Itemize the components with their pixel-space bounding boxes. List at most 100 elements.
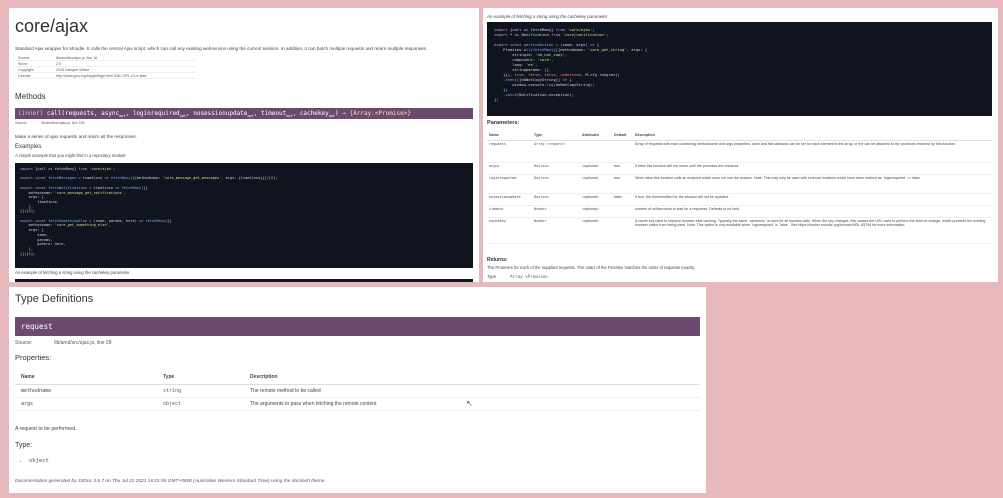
docs-panel-ajax: core/ajax Standard Ajax wrapper for Mood… bbox=[9, 8, 479, 282]
param-type: Boolean bbox=[532, 193, 580, 206]
properties-table: Name Type Description methodname string … bbox=[15, 371, 700, 411]
column-header: Type bbox=[532, 130, 580, 141]
type-heading: Type: bbox=[15, 442, 33, 449]
sig-args: , cachekey bbox=[292, 110, 329, 117]
returns-type-label: Type bbox=[487, 274, 497, 279]
param-type: Number bbox=[532, 205, 580, 218]
typedefs-heading: Type Definitions bbox=[15, 293, 94, 305]
column-header: Name bbox=[487, 130, 532, 141]
column-header: Description bbox=[633, 130, 992, 141]
prop-name: methodname bbox=[15, 384, 157, 398]
docs-panel-typedefs: Type Definitions request Source: lib/amd/… bbox=[9, 287, 706, 493]
table-row: async Boolean <optional> true If false t… bbox=[487, 162, 992, 175]
column-header: Type bbox=[157, 371, 244, 385]
parameters-table: Name Type Attributes Default Description… bbox=[487, 130, 992, 244]
prop-type: string bbox=[157, 384, 244, 398]
source-label: Source: bbox=[15, 121, 28, 125]
table-row: args object The arguments to pass when f… bbox=[15, 397, 700, 411]
param-name: nosessionupdate bbox=[487, 193, 532, 206]
docs-panel-parameters: An example of fetching a string using th… bbox=[483, 8, 998, 282]
param-name: requests bbox=[487, 140, 532, 163]
typedef-description: A request to be performed. bbox=[15, 426, 77, 432]
sig-name: call bbox=[46, 110, 62, 117]
methods-heading: Methods bbox=[15, 92, 46, 101]
column-header: Description bbox=[244, 371, 700, 385]
source-link[interactable]: lib/amd/src/ajax.js, line 28 bbox=[54, 340, 111, 346]
column-header: Name bbox=[15, 371, 157, 385]
sig-prefix: (inner) bbox=[18, 110, 47, 117]
table-row: loginrequired Boolean <optional> true Wh… bbox=[487, 174, 992, 194]
example-caption: An example of fetching a string using th… bbox=[15, 270, 130, 275]
meta-key: License: bbox=[15, 72, 53, 79]
parameters-heading: Parameters: bbox=[487, 120, 520, 126]
prop-name: args bbox=[15, 397, 157, 411]
sig-args: (requests, async bbox=[61, 110, 120, 117]
code-example-cachekey: import {call as fetchMany} from 'core/aj… bbox=[487, 22, 992, 116]
type-item: object bbox=[29, 458, 49, 464]
meta-row: License: http://www.gnu.org/copyleft/gpl.… bbox=[15, 72, 195, 79]
param-type: Boolean bbox=[532, 162, 580, 175]
param-description: Array of requests with each containing m… bbox=[633, 140, 992, 163]
returns-description: The Promises for each of the supplied re… bbox=[487, 265, 696, 270]
example-caption: A simple example that you might find in … bbox=[15, 153, 126, 158]
properties-heading: Properties: bbox=[15, 353, 52, 362]
code-example-cutoff bbox=[15, 279, 473, 282]
method-source: Source: lib/amd/src/ajax.js, line 226 bbox=[15, 121, 85, 125]
param-attributes: <optional> bbox=[580, 217, 612, 244]
method-signature-call: (inner) call(requests, asyncopt, loginre… bbox=[15, 108, 473, 119]
table-row: timeout Number <optional> number of mill… bbox=[487, 205, 992, 218]
sig-args: , timeout bbox=[253, 110, 287, 117]
table-row: methodname string The remote method to b… bbox=[15, 384, 700, 398]
param-attributes bbox=[580, 140, 612, 163]
param-description: If true, the timemodified for the sessio… bbox=[633, 193, 992, 206]
param-name: async bbox=[487, 162, 532, 175]
param-type-link[interactable]: Array.<request> bbox=[532, 140, 580, 163]
column-header: Default bbox=[612, 130, 633, 141]
param-description: number of milliseconds to wait for a res… bbox=[633, 205, 992, 218]
returns-type-value: Array.<Promise> bbox=[510, 274, 548, 279]
param-attributes: <optional> bbox=[580, 162, 612, 175]
source-label: Source: bbox=[15, 340, 33, 346]
module-description: Standard Ajax wrapper for Moodle. It cal… bbox=[15, 46, 428, 51]
param-name: loginrequired bbox=[487, 174, 532, 194]
example-caption: An example of fetching a string using th… bbox=[487, 14, 608, 19]
param-type: Number bbox=[532, 217, 580, 244]
sig-args: , loginrequired bbox=[125, 110, 180, 117]
code-example-repository: import {call as fetchMany} from 'core/aj… bbox=[15, 163, 473, 268]
prop-type: object bbox=[157, 397, 244, 411]
source-link[interactable]: lib/amd/src/ajax.js, line 226 bbox=[41, 121, 84, 125]
table-header-row: Name Type Description bbox=[15, 371, 700, 385]
param-default: false bbox=[612, 193, 633, 206]
returns-type: Type Array.<Promise> bbox=[487, 274, 548, 279]
param-type: Boolean bbox=[532, 174, 580, 194]
module-meta-table: Source: lib/amd/src/ajax.js, line 16 Sinc… bbox=[15, 55, 195, 79]
sig-return: → {Array.<Promise>} bbox=[338, 110, 411, 117]
type-list: object bbox=[23, 458, 49, 464]
column-header: Attributes bbox=[580, 130, 612, 141]
param-default: true bbox=[612, 162, 633, 175]
prop-description: The remote method to be called bbox=[244, 384, 700, 398]
examples-heading: Examples bbox=[15, 144, 42, 150]
page-title: core/ajax bbox=[15, 16, 89, 36]
param-attributes: <optional> bbox=[580, 174, 612, 194]
param-description: When false this function calls an endpoi… bbox=[633, 174, 992, 194]
mouse-cursor-icon: ↖ bbox=[466, 399, 473, 408]
typedef-request-bar: request bbox=[15, 317, 700, 336]
method-description: Make a series of ajax requests and retur… bbox=[15, 134, 137, 139]
param-default bbox=[612, 140, 633, 163]
param-name: cachekey bbox=[487, 217, 532, 244]
meta-link-license[interactable]: http://www.gnu.org/copyleft/gpl.html GNU… bbox=[53, 72, 195, 79]
param-default: true bbox=[612, 174, 633, 194]
param-default bbox=[612, 205, 633, 218]
typedef-source: Source: lib/amd/src/ajax.js, line 28 bbox=[15, 340, 111, 346]
table-row: requests Array.<request> Array of reques… bbox=[487, 140, 992, 163]
param-name: timeout bbox=[487, 205, 532, 218]
param-default bbox=[612, 217, 633, 244]
footer-generated-by: Documentation generated by JSDoc 3.6.7 o… bbox=[15, 479, 326, 484]
returns-heading: Returns: bbox=[487, 257, 508, 263]
param-attributes: <optional> bbox=[580, 205, 612, 218]
table-row: cachekey Number <optional> A cache key u… bbox=[487, 217, 992, 244]
table-row: nosessionupdate Boolean <optional> false… bbox=[487, 193, 992, 206]
param-description: If false this function will not return u… bbox=[633, 162, 992, 175]
param-description: A cache key used to improve browser-side… bbox=[633, 217, 992, 244]
